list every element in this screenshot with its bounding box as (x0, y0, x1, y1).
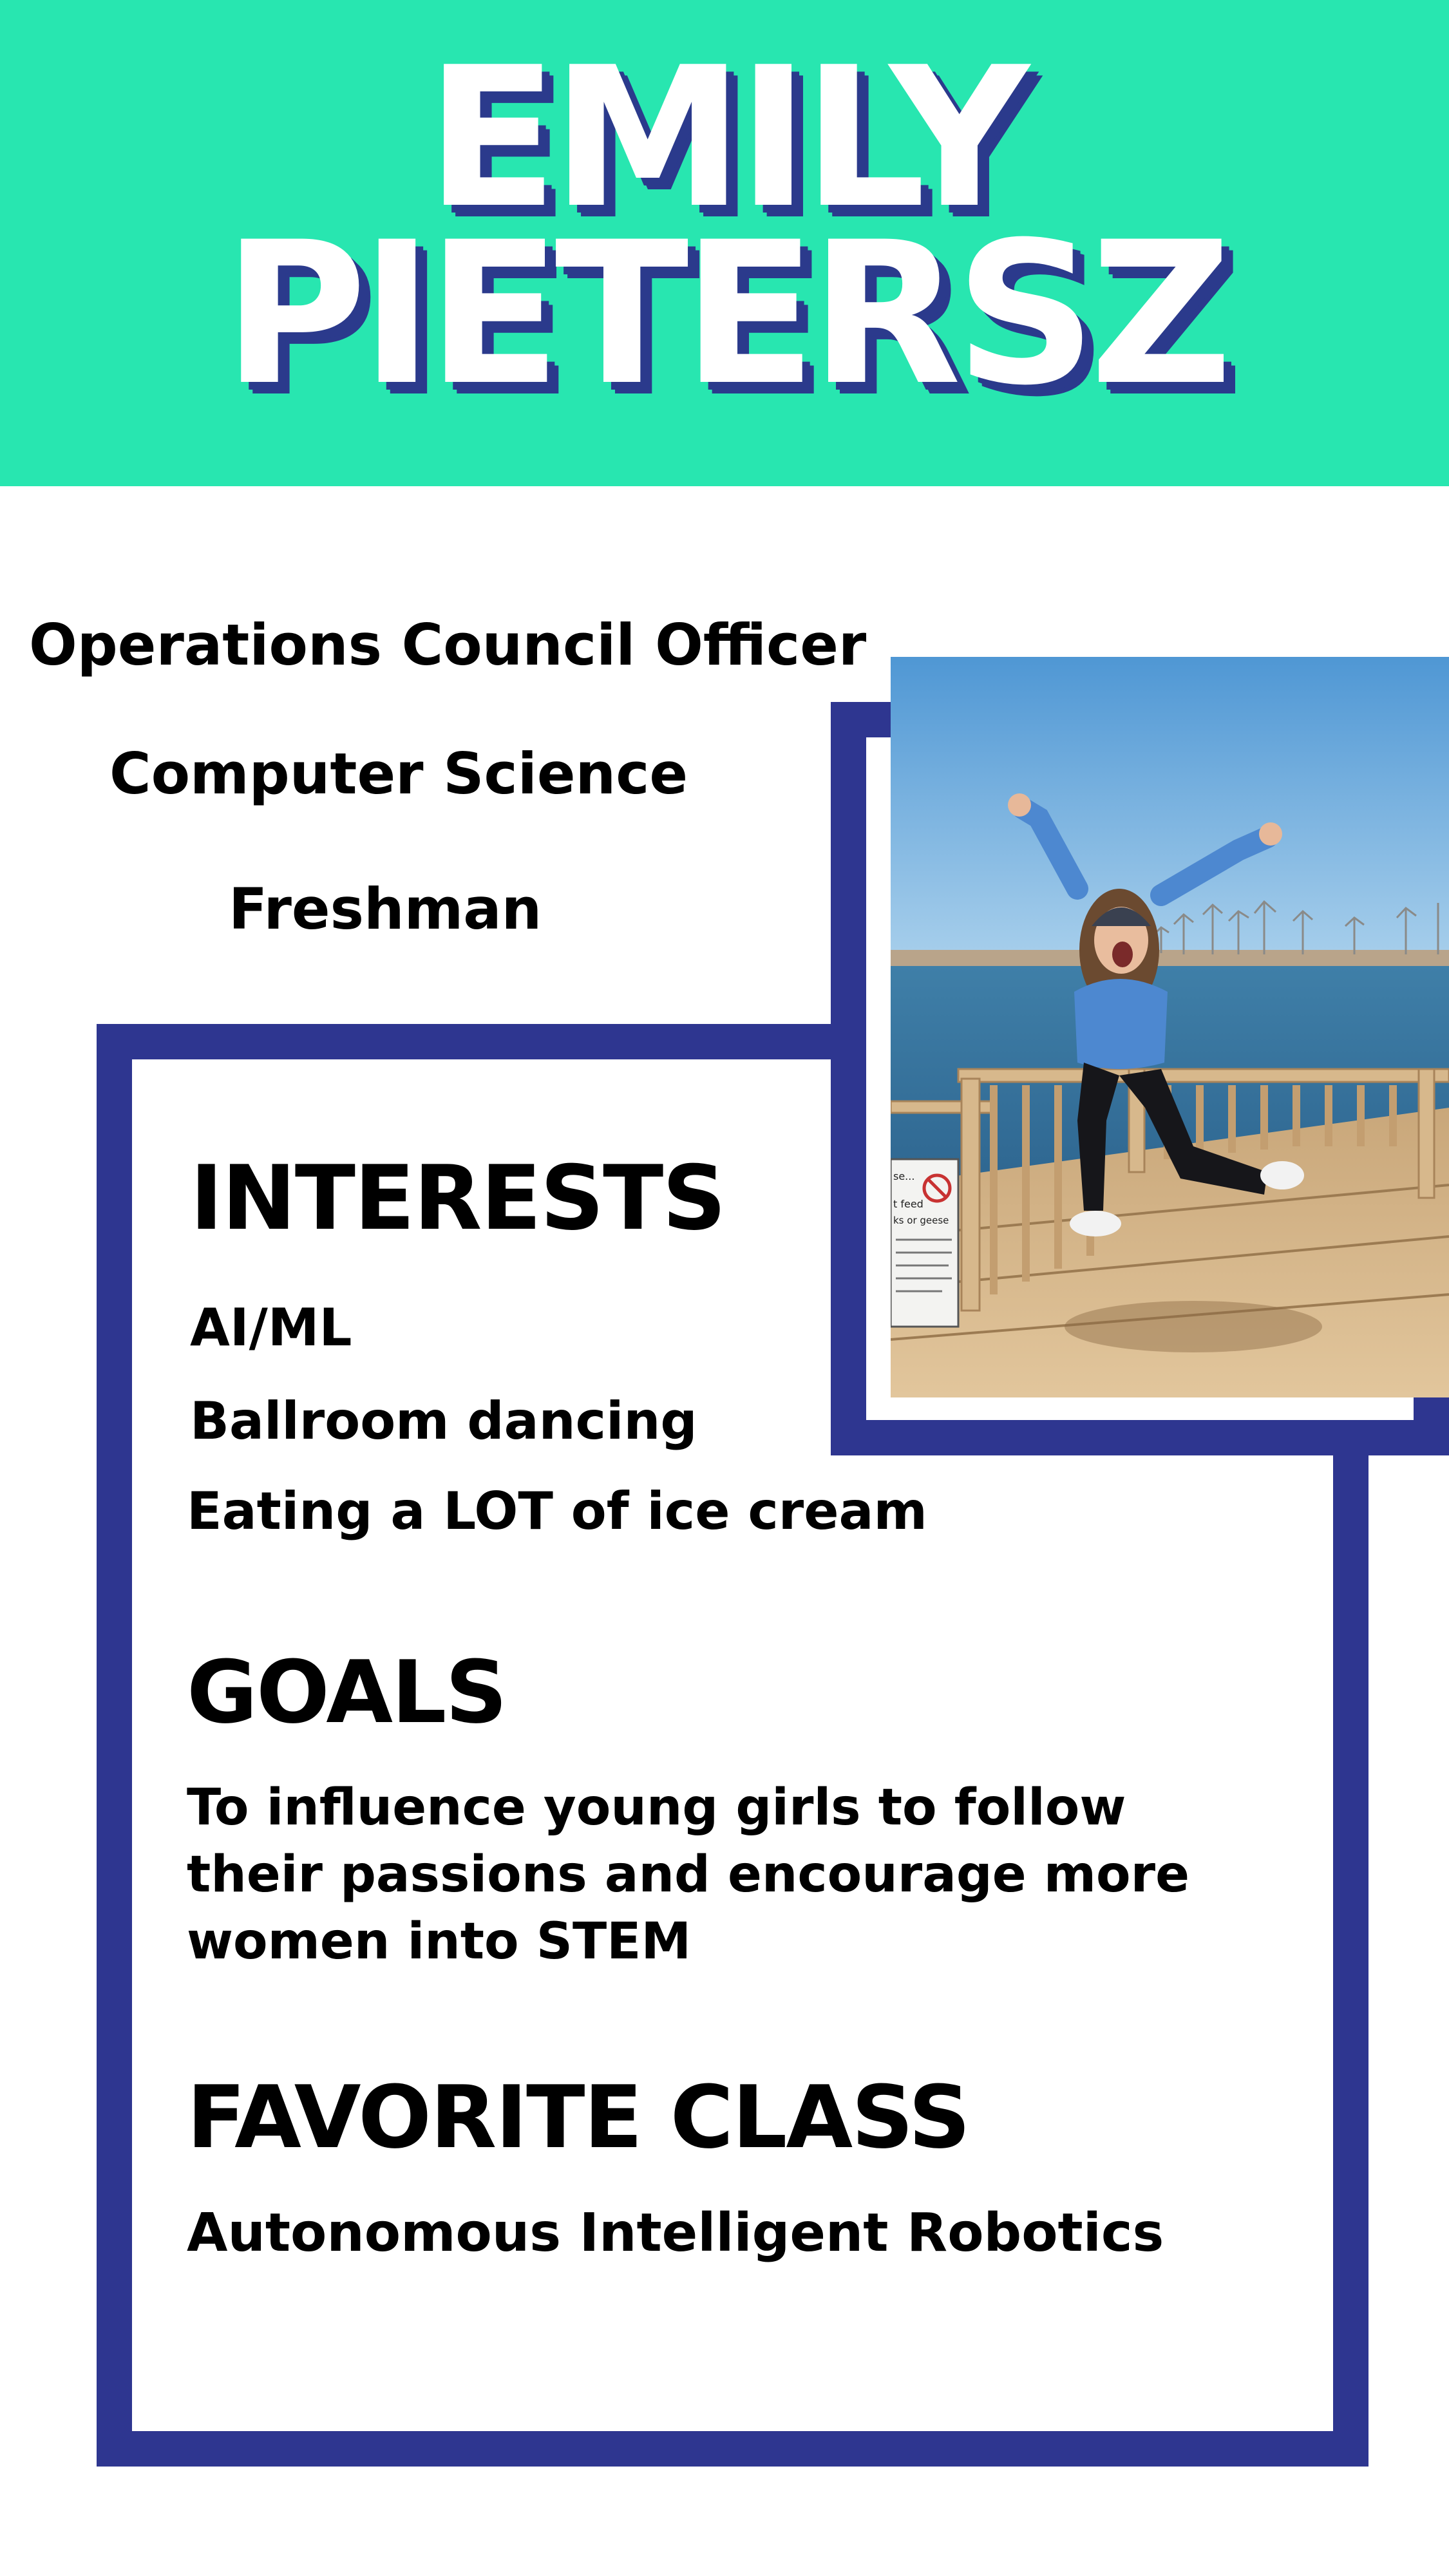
interest-item: Eating a LOT of ice cream (187, 1481, 927, 1541)
photo-illustration: se... t feed ks or geese (891, 657, 1449, 1397)
goals-heading: GOALS (187, 1642, 507, 1743)
lake-sign: se... t feed ks or geese (891, 1158, 960, 1328)
major-text: Computer Science (109, 741, 688, 807)
profile-photo: se... t feed ks or geese (891, 657, 1449, 1397)
last-name: PIETERSZ (223, 200, 1232, 428)
favorite-class-text: Autonomous Intelligent Robotics (187, 2202, 1164, 2264)
goals-text: To influence young girls to follow their… (187, 1779, 1189, 1971)
favorite-class-heading: FAVORITE CLASS (187, 2067, 971, 2168)
interest-item: AI/ML (190, 1298, 352, 1358)
interest-item: Ballroom dancing (190, 1391, 697, 1451)
sign-line-2: t feed (893, 1198, 923, 1210)
header-banner: EMILY PIETERSZ (0, 0, 1449, 486)
year-text: Freshman (229, 876, 542, 942)
interests-heading: INTERESTS (190, 1146, 726, 1250)
sign-line-3: ks or geese (893, 1215, 949, 1226)
role-text: Operations Council Officer (29, 612, 867, 678)
sign-line-1: se... (893, 1170, 914, 1182)
